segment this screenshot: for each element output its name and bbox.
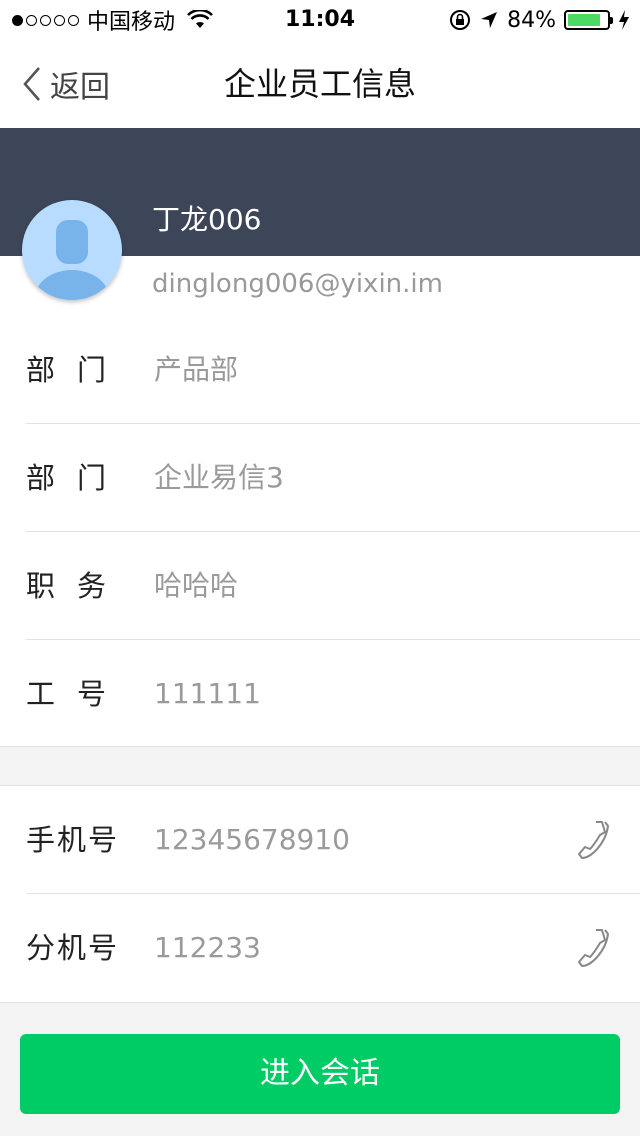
row-label: 职务 — [26, 569, 129, 603]
row-label: 手机号 — [26, 823, 120, 857]
row-value: 哈哈哈 — [154, 569, 239, 602]
charging-bolt-icon — [619, 10, 629, 30]
battery-icon — [564, 10, 613, 30]
row-value: 12345678910 — [154, 823, 350, 856]
carrier-name: 中国移动 — [87, 10, 176, 35]
row-value: 企业易信3 — [154, 461, 284, 494]
row-value: 111111 — [154, 677, 261, 710]
battery-fill — [568, 14, 600, 26]
status-bar: 中国移动 11:04 84% — [0, 0, 640, 40]
row-label: 工号 — [26, 677, 129, 711]
profile-email: dinglong006@yixin.im — [152, 269, 443, 299]
phone-icon[interactable] — [574, 928, 610, 968]
status-bar-right: 84% — [449, 6, 630, 34]
row-value: 产品部 — [154, 353, 239, 386]
location-arrow-icon — [481, 12, 498, 28]
info-row-department: 部门 产品部 — [0, 316, 640, 424]
row-value: 112233 — [154, 931, 261, 964]
navigation-bar: 返回 企业员工信息 — [0, 40, 640, 128]
wifi-icon — [187, 10, 213, 28]
section-separator — [0, 746, 640, 786]
phone-icon[interactable] — [574, 820, 610, 860]
row-label: 分机号 — [26, 931, 120, 965]
status-bar-left: 中国移动 — [12, 6, 213, 35]
info-row-employee-id: 工号 111111 — [0, 640, 640, 748]
avatar — [22, 200, 122, 300]
signal-strength-icon — [12, 14, 79, 26]
profile-name: 丁龙006 — [152, 203, 262, 236]
battery-percent: 84% — [507, 7, 556, 33]
info-row-position: 职务 哈哈哈 — [0, 532, 640, 640]
page-title: 企业员工信息 — [223, 65, 416, 103]
row-label: 部门 — [26, 353, 129, 387]
contact-row-extension: 分机号 112233 — [0, 894, 640, 1002]
row-label: 部门 — [26, 461, 129, 495]
info-row-department-2: 部门 企业易信3 — [0, 424, 640, 532]
orientation-lock-icon — [450, 10, 471, 30]
contact-row-mobile: 手机号 12345678910 — [0, 786, 640, 894]
enter-chat-button[interactable]: 进入会话 — [20, 1034, 620, 1114]
